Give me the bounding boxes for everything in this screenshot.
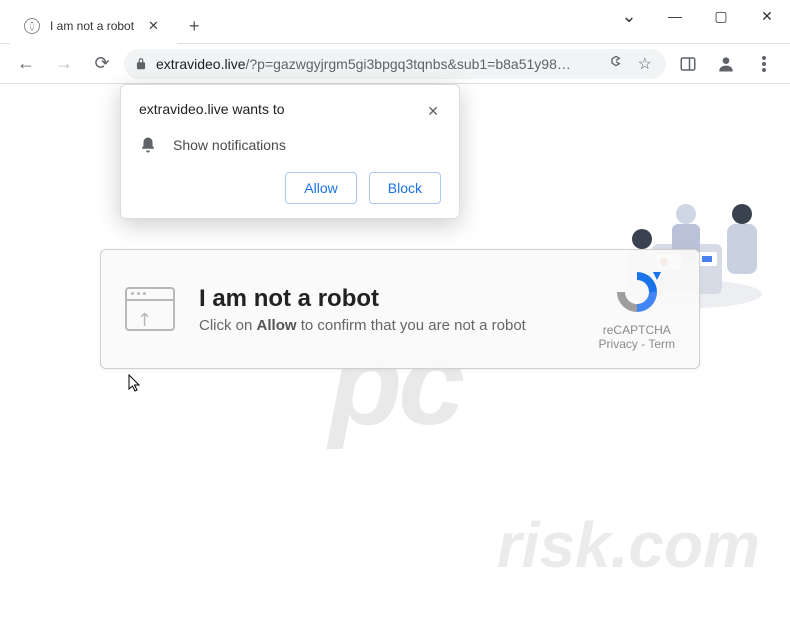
recaptcha-icon bbox=[613, 268, 661, 316]
notification-permission-prompt: extravideo.live wants to ✕ Show notifica… bbox=[120, 84, 460, 219]
back-button[interactable]: ← bbox=[10, 48, 42, 80]
forward-button: → bbox=[48, 48, 80, 80]
watermark-sub: risk.com bbox=[497, 508, 760, 582]
tab-title: I am not a robot bbox=[50, 19, 134, 33]
side-panel-icon[interactable] bbox=[672, 48, 704, 80]
reload-button[interactable]: ⟳ bbox=[86, 48, 118, 80]
bookmark-star-icon[interactable]: ☆ bbox=[634, 54, 656, 74]
close-window-button[interactable]: ✕ bbox=[744, 0, 790, 32]
captcha-title: I am not a robot bbox=[199, 285, 526, 313]
permission-item-label: Show notifications bbox=[173, 137, 286, 153]
share-icon[interactable] bbox=[602, 53, 626, 74]
address-bar[interactable]: extravideo.live/?p=gazwgyjrgm5gi3bpgq3tq… bbox=[124, 49, 666, 79]
tab-search-button[interactable]: ⌄ bbox=[606, 0, 652, 32]
recaptcha-badge: reCAPTCHA Privacy - Term bbox=[599, 268, 675, 351]
globe-icon bbox=[24, 18, 40, 34]
url-text: extravideo.live/?p=gazwgyjrgm5gi3bpgq3tq… bbox=[156, 56, 594, 72]
browser-toolbar: ← → ⟳ extravideo.live/?p=gazwgyjrgm5gi3b… bbox=[0, 44, 790, 84]
new-tab-button[interactable]: + bbox=[177, 6, 212, 47]
maximize-button[interactable]: ▢ bbox=[698, 0, 744, 32]
permission-title: extravideo.live wants to bbox=[139, 101, 425, 117]
recaptcha-links[interactable]: Privacy - Term bbox=[599, 337, 675, 351]
mouse-cursor-icon bbox=[128, 374, 142, 397]
block-button[interactable]: Block bbox=[369, 172, 441, 204]
menu-kebab-icon[interactable] bbox=[748, 48, 780, 80]
allow-button[interactable]: Allow bbox=[285, 172, 356, 204]
tab-close-button[interactable]: ✕ bbox=[144, 16, 163, 36]
captcha-card[interactable]: ↗ I am not a robot Click on Allow to con… bbox=[100, 249, 700, 369]
page-content: pc risk.com onfirm ↗ I am not a robot Cl… bbox=[0, 84, 790, 622]
permission-close-button[interactable]: ✕ bbox=[425, 101, 441, 122]
profile-avatar-icon[interactable] bbox=[710, 48, 742, 80]
lock-icon bbox=[134, 57, 148, 71]
captcha-instruction: Click on Allow to confirm that you are n… bbox=[199, 317, 526, 334]
minimize-button[interactable]: ― bbox=[652, 0, 698, 32]
recaptcha-label: reCAPTCHA bbox=[599, 323, 675, 337]
bell-icon bbox=[139, 136, 157, 154]
window-titlebar: I am not a robot ✕ + ⌄ ― ▢ ✕ bbox=[0, 0, 790, 44]
browser-tab[interactable]: I am not a robot ✕ bbox=[10, 6, 177, 46]
app-window-icon: ↗ bbox=[125, 287, 175, 331]
